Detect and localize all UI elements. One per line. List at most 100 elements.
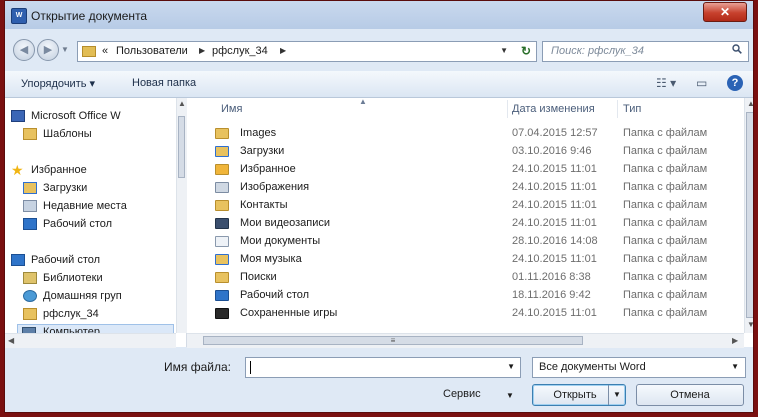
nav-item-label: Рабочий стол <box>43 218 113 230</box>
tools-button[interactable]: Сервис <box>443 388 481 400</box>
file-date: 24.10.2015 11:01 <box>512 307 597 319</box>
file-date: 24.10.2015 11:01 <box>512 253 597 265</box>
new-folder-button[interactable]: Новая папка <box>132 77 196 89</box>
column-header-name[interactable]: Имя <box>221 98 242 120</box>
address-bar[interactable]: « Пользователи ▶ рфслук_34 ▶ ▼ ↻ <box>77 41 537 62</box>
filetype-select[interactable]: Все документы Word ▼ <box>532 357 746 378</box>
search-icon[interactable] <box>732 44 742 54</box>
column-divider[interactable] <box>507 100 508 118</box>
scroll-thumb[interactable]: ≡ <box>203 336 583 345</box>
table-row[interactable]: Рабочий стол 18.11.2016 9:42 Папка с фай… <box>187 287 743 305</box>
back-arrow-icon[interactable]: ◀ <box>13 39 35 61</box>
nav-item-label: Microsoft Office W <box>31 110 121 122</box>
address-dropdown-icon[interactable]: ▼ <box>500 46 508 55</box>
scroll-up-icon[interactable]: ▲ <box>178 99 186 108</box>
text-caret <box>250 361 251 374</box>
column-divider[interactable] <box>617 100 618 118</box>
breadcrumb-overflow[interactable]: « <box>102 45 108 57</box>
table-row[interactable]: Контакты 24.10.2015 11:01 Папка с файлам <box>187 197 743 215</box>
open-button[interactable]: Открыть ▼ <box>532 384 626 406</box>
nav-item-homegroup[interactable]: Домашняя груп <box>5 288 176 306</box>
nav-item-label: Недавние места <box>43 200 127 212</box>
nav-item-user-folder[interactable]: рфслук_34 <box>5 306 176 324</box>
nav-pane-horizontal-scrollbar[interactable]: ◀ <box>5 333 176 348</box>
refresh-icon[interactable]: ↻ <box>521 44 531 58</box>
contacts-folder-icon <box>215 200 229 211</box>
nav-item-desktop-root[interactable]: Рабочий стол <box>5 252 176 270</box>
sort-ascending-icon: ▲ <box>359 97 367 106</box>
table-row[interactable]: Загрузки 03.10.2016 9:46 Папка с файлам <box>187 143 743 161</box>
nav-item-label: Рабочий стол <box>31 254 101 266</box>
table-row[interactable]: Мои документы 28.10.2016 14:08 Папка с ф… <box>187 233 743 251</box>
cancel-button[interactable]: Отмена <box>636 384 744 406</box>
forward-arrow-icon[interactable]: ▶ <box>37 39 59 61</box>
nav-item-templates[interactable]: Шаблоны <box>5 126 176 144</box>
file-type: Папка с файлам <box>623 181 708 193</box>
scroll-thumb[interactable] <box>746 112 753 318</box>
table-row[interactable]: Поиски 01.11.2016 8:38 Папка с файлам <box>187 269 743 287</box>
downloads-icon <box>23 182 37 194</box>
saved-games-folder-icon <box>215 308 229 319</box>
recent-icon <box>23 200 37 212</box>
scroll-thumb[interactable] <box>178 116 185 178</box>
breadcrumb-user-folder[interactable]: рфслук_34 <box>212 45 268 57</box>
nav-item-label: Загрузки <box>43 182 88 194</box>
nav-item-desktop[interactable]: Рабочий стол <box>5 216 176 234</box>
nav-item-label: Шаблоны <box>43 128 92 140</box>
organize-button[interactable]: Упорядочить ▾ <box>21 77 95 90</box>
navigation-bar: ◀ ▶ ▼ « Пользователи ▶ рфслук_34 ▶ ▼ ↻ П… <box>5 29 753 71</box>
file-type: Папка с файлам <box>623 235 708 247</box>
file-name: Избранное <box>240 163 296 175</box>
file-date: 24.10.2015 11:01 <box>512 163 597 175</box>
nav-item-recent[interactable]: Недавние места <box>5 198 176 216</box>
folder-icon <box>82 46 96 57</box>
table-row[interactable]: Моя музыка 24.10.2015 11:01 Папка с файл… <box>187 251 743 269</box>
column-header-date[interactable]: Дата изменения <box>512 98 595 120</box>
preview-pane-icon[interactable]: ▭ <box>696 76 707 90</box>
open-options-dropdown[interactable]: ▼ <box>608 385 625 405</box>
chevron-down-icon[interactable]: ▼ <box>507 362 515 371</box>
nav-item-downloads[interactable]: Загрузки <box>5 180 176 198</box>
dialog-footer: Имя файла: ▼ Все документы Word ▼ Сервис… <box>5 348 753 412</box>
breadcrumb-arrow-icon[interactable]: ▶ <box>280 46 286 55</box>
file-name: Images <box>240 127 277 139</box>
table-row[interactable]: Мои видеозаписи 24.10.2015 11:01 Папка с… <box>187 215 743 233</box>
documents-folder-icon <box>215 236 229 247</box>
nav-item-libraries[interactable]: Библиотеки <box>5 270 176 288</box>
breadcrumb-arrow-icon[interactable]: ▶ <box>199 46 205 55</box>
breadcrumb-users[interactable]: Пользователи <box>116 45 188 57</box>
filename-input[interactable]: ▼ <box>245 357 521 378</box>
views-icon[interactable]: ☷ ▾ <box>656 76 676 90</box>
title-bar[interactable]: W Открытие документа ✕ <box>5 1 753 29</box>
table-row[interactable]: Избранное 24.10.2015 11:01 Папка с файла… <box>187 161 743 179</box>
command-toolbar: Упорядочить ▾ Новая папка ☷ ▾ ▭ ? <box>5 71 753 98</box>
chevron-down-icon[interactable]: ▼ <box>731 362 739 371</box>
file-list-horizontal-scrollbar[interactable]: ≡ ▶ <box>187 333 744 348</box>
file-list-scrollbar[interactable]: ▲ ▼ <box>744 98 753 333</box>
searches-folder-icon <box>215 272 229 283</box>
scroll-up-icon[interactable]: ▲ <box>747 99 753 108</box>
navigation-pane: Microsoft Office W Шаблоны ★ Избранное З… <box>5 98 187 348</box>
close-button[interactable]: ✕ <box>703 2 747 22</box>
downloads-folder-icon <box>215 146 229 157</box>
office-icon <box>11 110 25 122</box>
file-name: Рабочий стол <box>240 289 310 301</box>
search-box[interactable]: Поиск: рфслук_34 <box>542 41 749 62</box>
nav-item-office[interactable]: Microsoft Office W <box>5 108 176 126</box>
table-row[interactable]: Images 07.04.2015 12:57 Папка с файлам <box>187 125 743 143</box>
file-type: Папка с файлам <box>623 163 708 175</box>
chevron-down-icon[interactable]: ▼ <box>506 391 514 400</box>
table-row[interactable]: Сохраненные игры 24.10.2015 11:01 Папка … <box>187 305 743 323</box>
nav-item-favorites[interactable]: ★ Избранное <box>5 162 176 180</box>
file-name: Поиски <box>240 271 277 283</box>
nav-pane-scrollbar[interactable]: ▲ <box>176 98 187 333</box>
scroll-left-icon[interactable]: ◀ <box>8 336 14 345</box>
help-icon[interactable]: ? <box>727 75 743 91</box>
scroll-right-icon[interactable]: ▶ <box>732 336 738 345</box>
scroll-down-icon[interactable]: ▼ <box>747 320 753 329</box>
table-row[interactable]: Изображения 24.10.2015 11:01 Папка с фай… <box>187 179 743 197</box>
nav-item-label: Библиотеки <box>43 272 103 284</box>
column-header-type[interactable]: Тип <box>623 98 641 120</box>
recent-pages-dropdown-icon[interactable]: ▼ <box>61 45 69 54</box>
file-type: Папка с файлам <box>623 199 708 211</box>
